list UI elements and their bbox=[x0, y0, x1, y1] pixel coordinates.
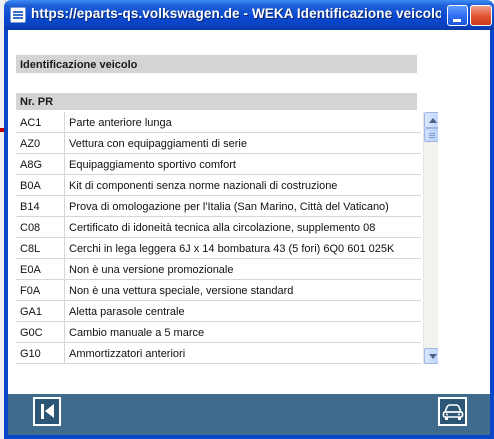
pr-description-cell: Prova di omologazione per l'Italia (San … bbox=[69, 201, 389, 213]
table-row[interactable]: AZ0 Vettura con equipaggiamenti di serie bbox=[16, 133, 421, 154]
pr-description-cell: Cerchi in lega leggera 6J x 14 bombatura… bbox=[69, 243, 395, 255]
pr-code-cell: E0A bbox=[16, 259, 65, 280]
table-row[interactable]: G0C Cambio manuale a 5 marce bbox=[16, 322, 421, 343]
pr-description-cell: Certificato di idoneità tecnica alla cir… bbox=[69, 222, 376, 234]
pr-description-cell: Non è una vettura speciale, versione sta… bbox=[69, 285, 294, 297]
table-row[interactable]: AC1 Parte anteriore lunga bbox=[16, 112, 421, 133]
pr-description-cell: Kit di componenti senza norme nazionali … bbox=[69, 180, 338, 192]
table-body: AC1 Parte anteriore lunga AZ0 Vettura con e… bbox=[16, 112, 421, 364]
pr-description-cell: Cambio manuale a 5 marce bbox=[69, 327, 205, 339]
vehicle-button[interactable] bbox=[438, 397, 467, 426]
window-frame-bottom bbox=[8, 435, 490, 439]
pr-code-cell: G10 bbox=[16, 343, 65, 364]
close-button[interactable] bbox=[470, 5, 492, 26]
scroll-down-arrow-icon bbox=[429, 354, 437, 359]
car-icon bbox=[442, 404, 464, 420]
scroll-up-arrow-icon bbox=[429, 118, 437, 123]
title-bar[interactable]: https://eparts-qs.volkswagen.de - WEKA I… bbox=[4, 0, 494, 30]
window-frame-right bbox=[490, 30, 494, 439]
table-row[interactable]: A8G Equipaggiamento sportivo comfort bbox=[16, 154, 421, 175]
table-row[interactable]: C8L Cerchi in lega leggera 6J x 14 bombat… bbox=[16, 238, 421, 259]
pr-description-cell: Equipaggiamento sportivo comfort bbox=[69, 159, 236, 171]
pr-description-cell: Parte anteriore lunga bbox=[69, 117, 172, 129]
pr-code-cell: B0A bbox=[16, 175, 65, 196]
scroll-down-button[interactable] bbox=[424, 348, 438, 364]
table-row[interactable]: C08 Certificato di idoneità tecnica alla … bbox=[16, 217, 421, 238]
pr-code-cell: C08 bbox=[16, 217, 65, 238]
table-row[interactable]: F0A Non è una vettura speciale, versione … bbox=[16, 280, 421, 301]
pr-code-cell: F0A bbox=[16, 280, 65, 301]
pr-code-cell: B14 bbox=[16, 196, 65, 217]
scroll-thumb[interactable] bbox=[424, 128, 438, 142]
column-header-pr-number: Nr. PR bbox=[16, 93, 417, 110]
pr-description-cell: Vettura con equipaggiamenti di serie bbox=[69, 138, 247, 150]
section-title: Identificazione veicolo bbox=[16, 55, 417, 73]
first-page-button[interactable] bbox=[33, 397, 61, 426]
pr-code-cell: AZ0 bbox=[16, 133, 65, 154]
pr-code-table: AC1 Parte anteriore lunga AZ0 Vettura con e… bbox=[16, 112, 438, 364]
window-page-icon bbox=[10, 7, 26, 23]
pr-description-cell: Non è una versione promozionale bbox=[69, 264, 234, 276]
window-title: https://eparts-qs.volkswagen.de - WEKA I… bbox=[31, 6, 441, 21]
pr-description-cell: Aletta parasole centrale bbox=[69, 306, 185, 318]
pr-code-cell: C8L bbox=[16, 238, 65, 259]
pr-code-cell: G0C bbox=[16, 322, 65, 343]
bottom-toolbar bbox=[8, 394, 490, 439]
table-row[interactable]: GA1 Aletta parasole centrale bbox=[16, 301, 421, 322]
table-row[interactable]: B0A Kit di componenti senza norme naziona… bbox=[16, 175, 421, 196]
table-row[interactable]: B14 Prova di omologazione per l'Italia (S… bbox=[16, 196, 421, 217]
pr-code-cell: A8G bbox=[16, 154, 65, 175]
pr-code-cell: AC1 bbox=[16, 112, 65, 133]
pr-description-cell: Ammortizzatori anteriori bbox=[69, 348, 186, 360]
vertical-scrollbar[interactable] bbox=[423, 112, 438, 364]
window-content: Identificazione veicolo Nr. PR AC1 Parte … bbox=[8, 30, 490, 439]
minimize-button[interactable] bbox=[447, 5, 468, 26]
pr-code-cell: GA1 bbox=[16, 301, 65, 322]
scroll-up-button[interactable] bbox=[424, 112, 438, 128]
table-row[interactable]: G10 Ammortizzatori anteriori bbox=[16, 343, 421, 364]
table-row[interactable]: E0A Non è una versione promozionale bbox=[16, 259, 421, 280]
